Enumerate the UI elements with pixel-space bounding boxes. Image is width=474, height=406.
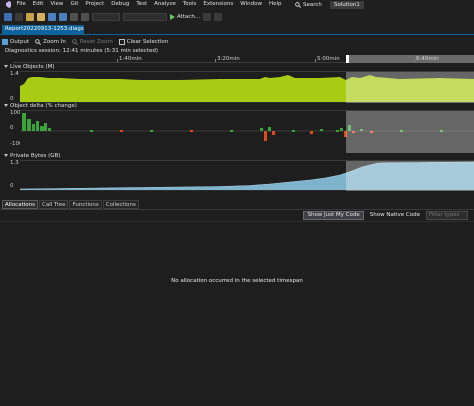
selection-overlay <box>346 111 474 153</box>
main-toolbar: Attach... <box>0 9 474 25</box>
filter-types-input[interactable] <box>426 210 468 220</box>
zoom-in-button[interactable]: Zoom In <box>35 39 66 45</box>
back-icon[interactable] <box>4 13 12 21</box>
platform-dropdown[interactable] <box>123 13 167 21</box>
toolbar-extra-icon[interactable] <box>203 13 212 21</box>
tab-functions[interactable]: Functions <box>69 200 102 209</box>
menu-bar: File Edit View Git Project Debug Test An… <box>0 0 474 9</box>
tab-allocations[interactable]: Allocations <box>2 200 38 209</box>
y-axis-min-label: 0 <box>10 96 14 102</box>
timeline-ruler[interactable]: 1:40min 3:20min 5:00min 6:40min <box>13 55 474 63</box>
reset-zoom-icon <box>72 39 78 45</box>
output-button[interactable]: Output <box>2 39 29 45</box>
tick-mark <box>315 59 316 62</box>
save-icon[interactable] <box>48 13 56 21</box>
redo-icon[interactable] <box>81 13 89 21</box>
tick-label: 5:00min <box>317 56 340 62</box>
tick-label: 6:40min <box>416 56 439 62</box>
tick-label: 1:40min <box>119 56 142 62</box>
private-bytes-plot <box>20 161 474 191</box>
attach-label: Attach... <box>177 14 201 20</box>
tick-mark <box>117 59 118 62</box>
output-icon <box>2 39 8 45</box>
forward-icon[interactable] <box>15 13 23 21</box>
tab-call-tree[interactable]: Call Tree <box>38 200 69 209</box>
tab-collections[interactable]: Collections <box>102 200 139 209</box>
clear-selection-label: Clear Selection <box>126 39 169 45</box>
reset-zoom-label: Reset Zoom <box>79 39 113 45</box>
attach-button[interactable]: Attach... <box>170 14 200 20</box>
graph-title: Live Objects (M) <box>10 64 55 70</box>
search-icon <box>295 1 302 8</box>
play-icon <box>170 14 175 20</box>
zoom-in-icon <box>35 39 42 45</box>
undo-icon[interactable] <box>70 13 78 21</box>
collapse-triangle-icon[interactable] <box>4 65 8 68</box>
menu-tools[interactable]: Tools <box>179 0 200 9</box>
show-just-my-code-toggle[interactable]: Show Just My Code <box>303 210 364 220</box>
solution-name-badge[interactable]: Solution1 <box>329 0 364 9</box>
tick-label: 3:20min <box>217 56 240 62</box>
open-folder-icon[interactable] <box>37 13 45 21</box>
clear-selection-button[interactable]: Clear Selection <box>118 39 169 45</box>
visual-studio-logo-icon[interactable] <box>4 0 13 9</box>
y-axis-max-label: 1.3 <box>10 160 19 166</box>
collapse-triangle-icon[interactable] <box>4 104 8 107</box>
menu-analyze[interactable]: Analyze <box>151 0 180 9</box>
menu-edit[interactable]: Edit <box>29 0 47 9</box>
menu-file[interactable]: File <box>13 0 29 9</box>
search-label: Search <box>303 1 322 8</box>
new-project-icon[interactable] <box>26 13 34 21</box>
save-all-icon[interactable] <box>59 13 67 21</box>
tick-mark <box>215 59 216 62</box>
y-axis-max-label: 1.4 <box>10 71 19 77</box>
menu-extensions[interactable]: Extensions <box>200 0 237 9</box>
graph-title: Object delta (% change) <box>10 103 77 109</box>
y-axis-max-label: 100 <box>10 110 21 116</box>
menu-help[interactable]: Help <box>265 0 285 9</box>
session-summary: Diagnostics session: 12:41 minutes (5:31… <box>5 48 158 54</box>
graph-object-delta[interactable] <box>20 110 474 153</box>
y-axis-zero-label: 0 <box>10 125 14 131</box>
diagnostics-toolbar: Output Zoom In Reset Zoom Clear Selectio… <box>2 37 168 47</box>
selection-overlay <box>346 161 474 191</box>
tab-underline <box>0 34 474 35</box>
tick-mark <box>414 59 415 62</box>
menu-project[interactable]: Project <box>82 0 108 9</box>
menu-test[interactable]: Test <box>133 0 151 9</box>
reset-zoom-button[interactable]: Reset Zoom <box>72 39 113 45</box>
live-objects-plot <box>20 72 474 104</box>
collapse-triangle-icon[interactable] <box>4 154 8 157</box>
y-axis-min-label: 0 <box>10 183 14 189</box>
clear-selection-icon <box>118 39 125 45</box>
analysis-tabs: Allocations Call Tree Functions Collecti… <box>2 200 139 209</box>
menu-debug[interactable]: Debug <box>108 0 133 9</box>
document-tab-diagsession[interactable]: Report20220913-1253.diagsession × <box>2 25 84 34</box>
output-label: Output <box>10 39 30 45</box>
empty-state-message: No allocation occurred in the selected t… <box>171 278 303 284</box>
filter-bar: Show Just My Code Show Native Code <box>303 210 468 220</box>
menu-view[interactable]: View <box>47 0 67 9</box>
graph-header-live-objects[interactable]: Live Objects (M) <box>0 64 474 71</box>
graph-live-objects[interactable] <box>20 71 474 104</box>
document-tab-label: Report20220913-1253.diagsession <box>5 26 84 32</box>
object-delta-plot <box>20 111 474 153</box>
selection-overlay <box>346 72 474 104</box>
configuration-dropdown[interactable] <box>92 13 120 21</box>
zoom-in-label: Zoom In <box>43 39 66 45</box>
toolbar-extra-icon-2[interactable] <box>214 13 223 21</box>
timeline-selection[interactable] <box>348 55 474 63</box>
menu-window[interactable]: Window <box>237 0 266 9</box>
graph-title: Private Bytes (GB) <box>10 153 61 159</box>
menu-git[interactable]: Git <box>67 0 82 9</box>
allocations-panel: No allocation occurred in the selected t… <box>0 221 474 406</box>
search-button[interactable]: Search <box>295 2 322 8</box>
show-native-code-toggle[interactable]: Show Native Code <box>367 211 423 220</box>
graph-header-object-delta[interactable]: Object delta (% change) <box>0 103 474 110</box>
selection-handle[interactable] <box>346 55 349 63</box>
graph-header-private-bytes[interactable]: Private Bytes (GB) <box>0 153 474 160</box>
graph-private-bytes[interactable] <box>20 160 474 191</box>
